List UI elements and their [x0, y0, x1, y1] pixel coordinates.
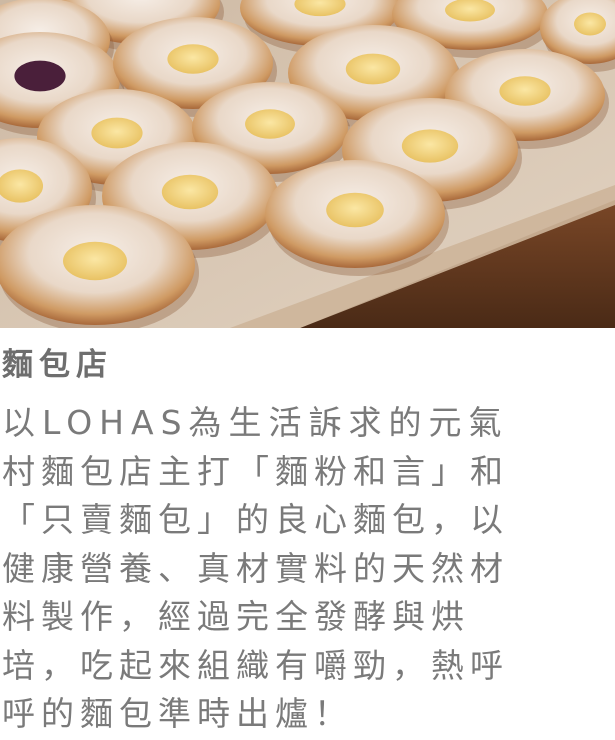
description-line: 「只賣麵包」的良心麵包，以 [2, 500, 509, 539]
custard-filling [326, 192, 384, 228]
custard-filling [245, 109, 295, 139]
description-line: 村麵包店主打「麵粉和言」和 [2, 451, 509, 491]
custard-filling [161, 174, 219, 210]
custard-filling [574, 12, 606, 36]
jam-filling [14, 60, 66, 92]
description-line: 以LOHAS為生活訴求的元氣 [2, 403, 509, 442]
custard-filling [63, 241, 127, 281]
custard-filling [345, 53, 401, 85]
custard-filling [167, 44, 219, 74]
description-line: 料製作，經過完全發酵與烘 [2, 597, 470, 636]
article-description: 以LOHAS為生活訴求的元氣 村麵包店主打「麵粉和言」和 「只賣麵包」的良心麵包… [2, 399, 509, 739]
hero-photo [0, 0, 615, 328]
bakery-buns-image [0, 0, 615, 328]
description-line: 呼的麵包準時出爐！ [2, 694, 353, 733]
page-title: 麵包店 [2, 347, 113, 383]
description-line: 培，吃起來組織有嚼勁，熱呼 [2, 645, 509, 685]
custard-filling [499, 76, 551, 106]
custard-filling [401, 129, 459, 163]
description-line: 健康營養、真材實料的天然材 [2, 548, 509, 588]
custard-filling [91, 117, 143, 149]
